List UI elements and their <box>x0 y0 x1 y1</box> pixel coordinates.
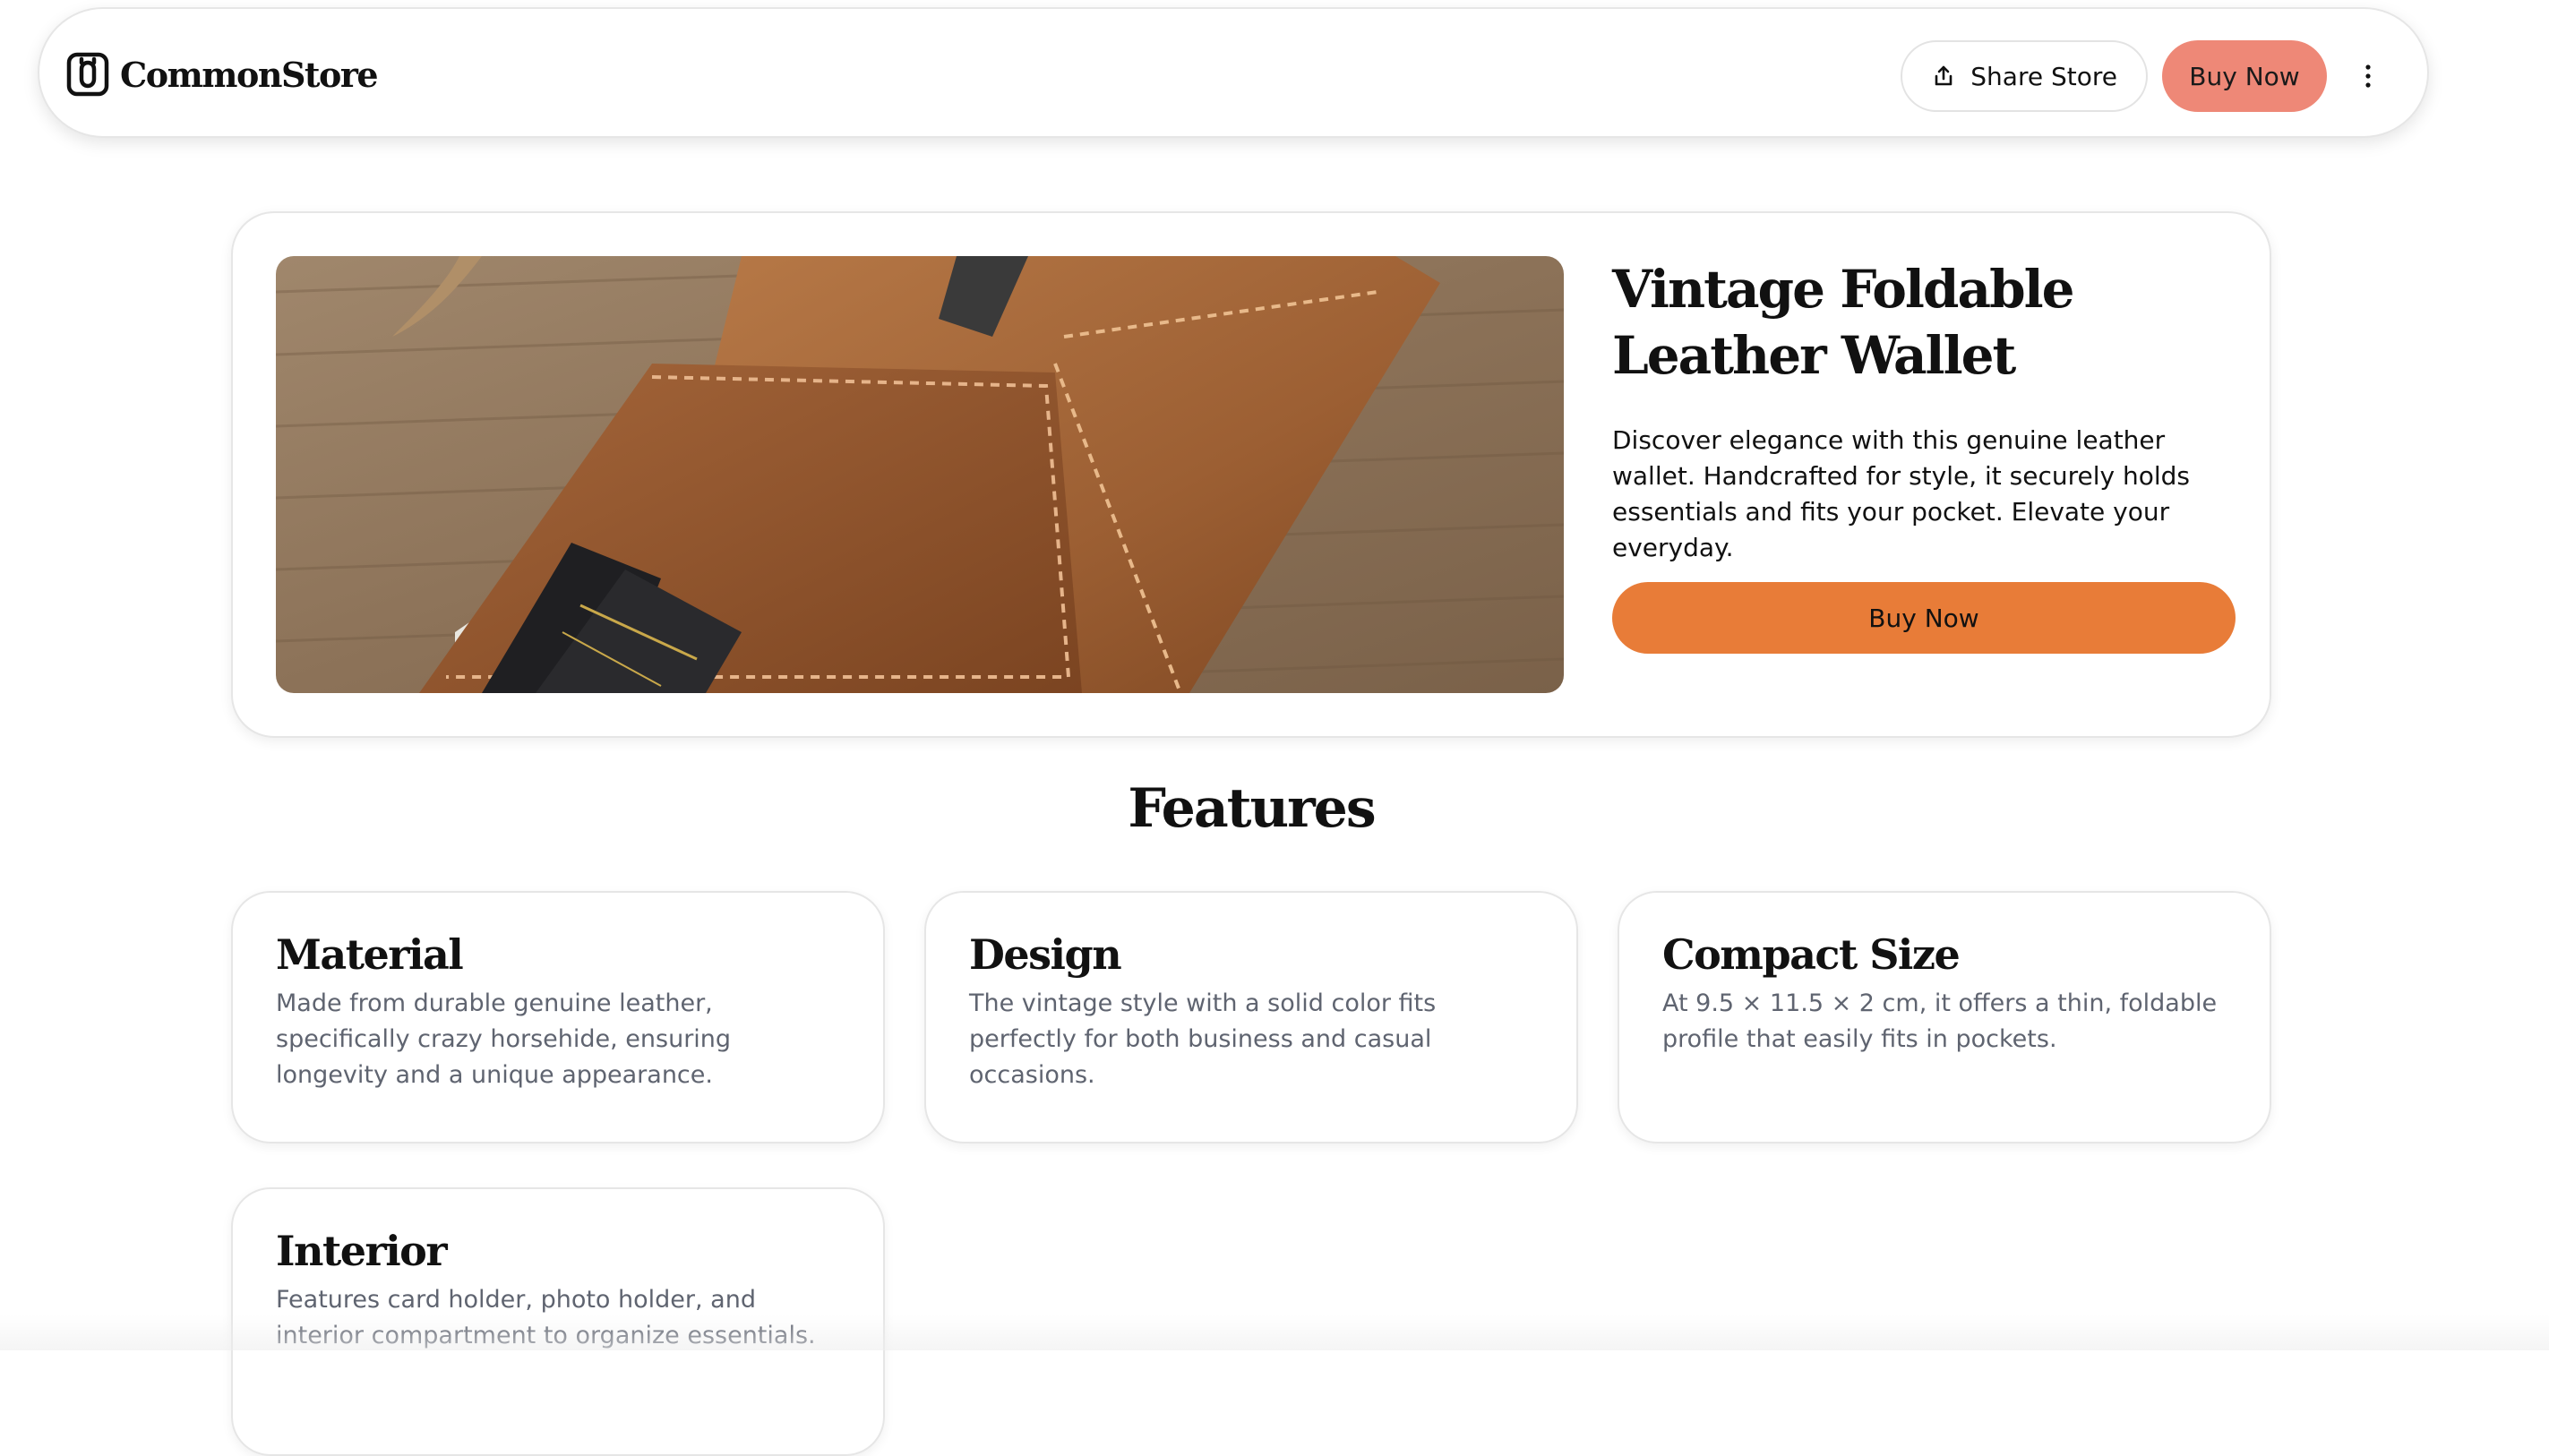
feature-card-material: Material Made from durable genuine leath… <box>231 891 885 1143</box>
top-navbar: CommonStore Share Store Buy Now <box>38 7 2429 138</box>
product-buy-now-button[interactable]: Buy Now <box>1612 582 2236 654</box>
product-description: Discover elegance with this genuine leat… <box>1612 423 2239 566</box>
product-title: Vintage Foldable Leather Wallet <box>1612 256 2239 389</box>
feature-card-interior: Interior Features card holder, photo hol… <box>231 1187 885 1456</box>
brand-name: CommonStore <box>120 55 377 95</box>
share-store-button[interactable]: Share Store <box>1901 40 2148 112</box>
feature-card-compact-size: Compact Size At 9.5 × 11.5 × 2 cm, it of… <box>1618 891 2271 1143</box>
share-store-label: Share Store <box>1970 62 2117 91</box>
feature-title: Material <box>276 929 840 981</box>
feature-description: Features card holder, photo holder, and … <box>276 1282 840 1354</box>
product-buy-now-label: Buy Now <box>1868 604 1978 633</box>
more-options-button[interactable] <box>2354 40 2382 112</box>
share-upload-icon <box>1931 64 1956 89</box>
product-info: Vintage Foldable Leather Wallet Discover… <box>1612 256 2239 654</box>
brand[interactable]: CommonStore <box>66 51 377 98</box>
feature-title: Compact Size <box>1662 929 2227 981</box>
feature-description: At 9.5 × 11.5 × 2 cm, it offers a thin, … <box>1662 986 2227 1058</box>
nav-actions: Share Store Buy Now <box>1901 40 2382 112</box>
leather-wallet-photo <box>276 256 1564 693</box>
vertical-ellipsis-icon <box>2364 64 2373 89</box>
feature-title: Design <box>969 929 1533 981</box>
header-buy-now-label: Buy Now <box>2189 62 2299 91</box>
feature-card-design: Design The vintage style with a solid co… <box>924 891 1578 1143</box>
commonstore-logo-icon <box>66 52 109 97</box>
feature-description: Made from durable genuine leather, speci… <box>276 986 840 1093</box>
features-heading: Features <box>0 777 2502 840</box>
product-hero-card: Vintage Foldable Leather Wallet Discover… <box>231 211 2271 738</box>
feature-title: Interior <box>276 1225 840 1277</box>
header-buy-now-button[interactable]: Buy Now <box>2162 40 2327 112</box>
feature-description: The vintage style with a solid color fit… <box>969 986 1533 1093</box>
